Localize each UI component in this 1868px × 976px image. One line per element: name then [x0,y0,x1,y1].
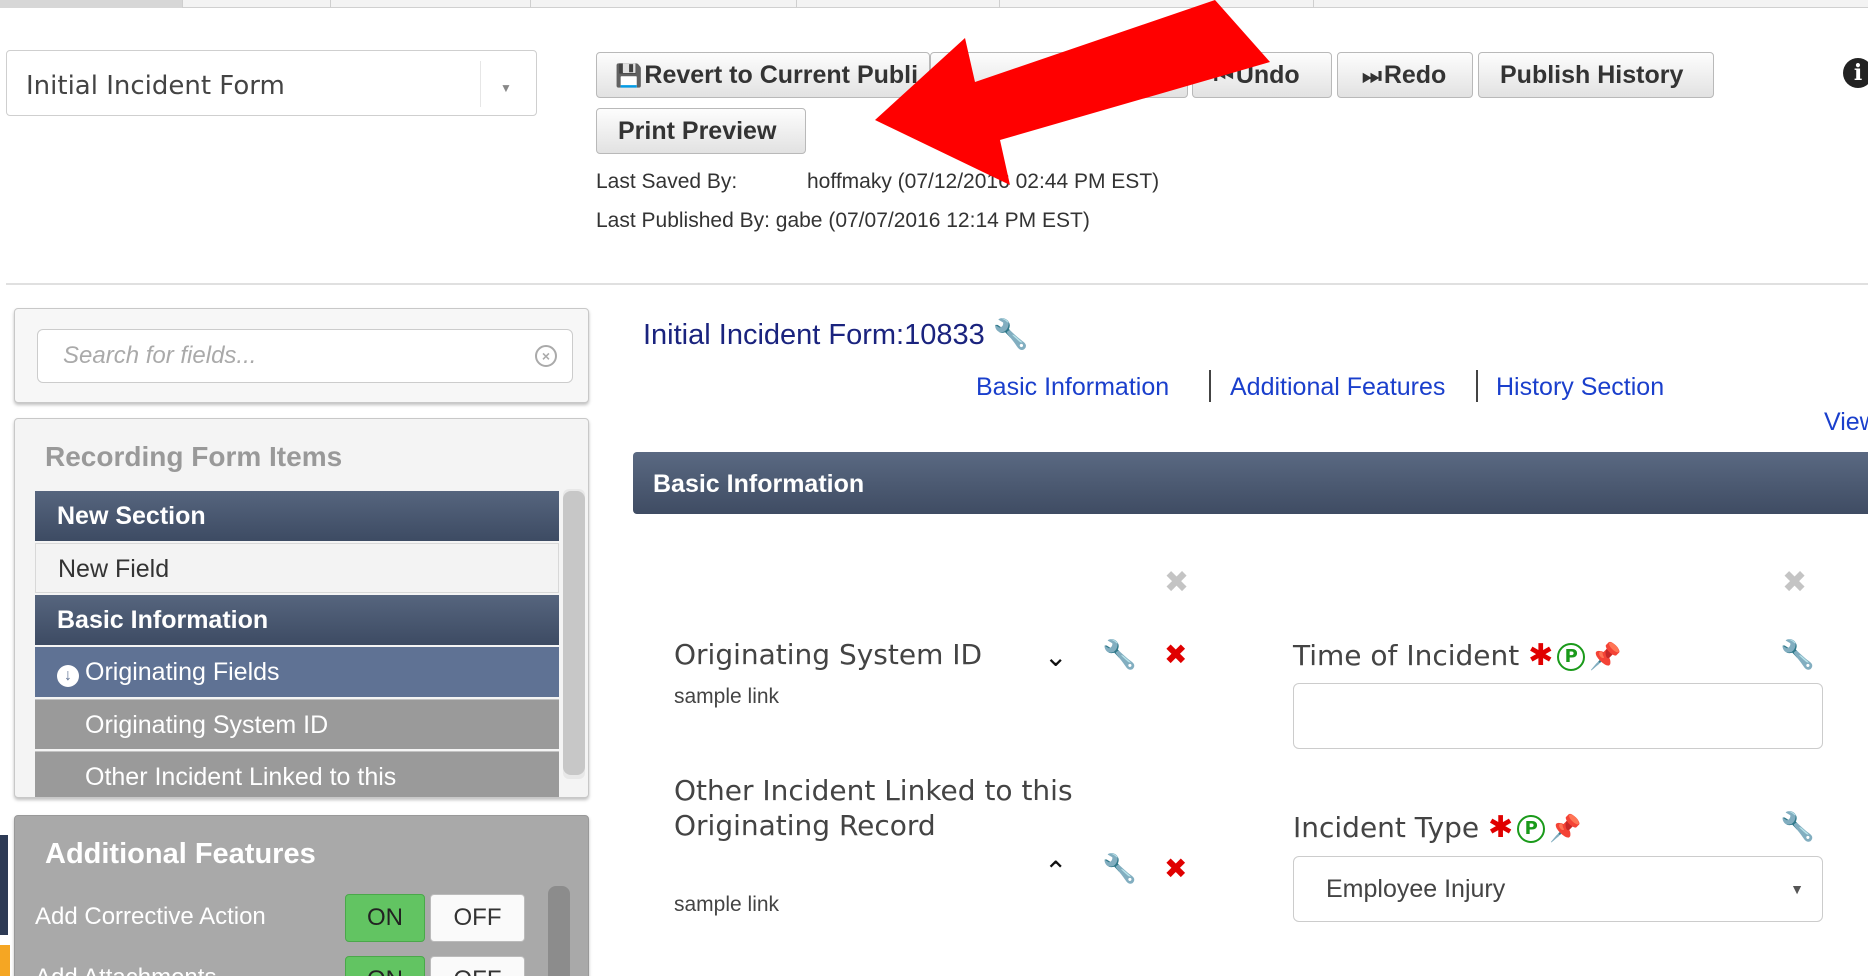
close-column-icon[interactable]: ✖ [1164,565,1189,600]
recording-form-items-panel: Recording Form Items New Section New Fie… [14,418,589,798]
close-column-icon[interactable]: ✖ [1782,565,1807,600]
list-item-section[interactable]: Basic Information [35,595,559,645]
field-search-panel: Search for fields... × [14,308,589,403]
redo-button-label: Redo [1383,61,1447,89]
tab[interactable] [331,0,531,8]
form-title: Initial Incident Form:10833 🔧 [643,318,1029,352]
wrench-icon[interactable]: 🔧 [1780,638,1815,671]
pin-icon[interactable]: 📌 [1549,814,1581,844]
list-item-field[interactable]: New Field [35,543,559,593]
p-circle-icon[interactable]: P [1517,815,1546,843]
field-label-text: Incident Type [1293,811,1480,844]
arrow-down-circle-icon: ↓ [57,665,79,687]
toggle-on-button[interactable]: ON [345,956,425,976]
nav-link-history-section[interactable]: History Section [1496,373,1664,402]
tab[interactable] [183,0,331,8]
partial-logo-icon [0,835,10,976]
required-asterisk-icon: ✱ [1488,810,1514,845]
scrollbar-thumb[interactable] [548,886,570,976]
nav-separator [1476,370,1478,402]
wrench-icon[interactable]: 🔧 [1102,852,1137,885]
wrench-icon[interactable]: 🔧 [993,319,1029,351]
save-disk-icon: 💾 [615,63,643,88]
field-label: Originating System ID [674,638,983,671]
last-saved-label: Last Saved By: [596,170,738,193]
sample-link[interactable]: sample link [674,685,779,709]
publish-history-button[interactable]: Publish History [1478,52,1714,98]
field-label-time-of-incident: Time of Incident ✱ P 📌 [1293,638,1622,673]
panel-title: Additional Features [45,838,316,870]
incident-type-value: Employee Injury [1326,875,1506,903]
print-preview-button[interactable]: Print Preview [596,108,806,154]
incident-type-select[interactable]: Employee Injury ▼ [1293,856,1823,922]
move-up-icon[interactable]: ⌃ [1044,855,1067,888]
feature-label: Add Attachments [35,964,216,976]
search-input[interactable]: Search for fields... [37,329,573,383]
header-divider [6,283,1868,285]
pin-icon[interactable]: 📌 [1589,642,1621,672]
tab-active[interactable] [0,0,183,8]
list-item-section[interactable]: New Section [35,491,559,541]
list-item-subfield[interactable]: Originating System ID [35,699,559,749]
list-item-label: Originating Fields [85,658,280,686]
additional-features-panel: Additional Features Add Corrective Actio… [14,815,589,976]
section-title: Basic Information [653,470,865,498]
field-label: Other Incident Linked to this [674,774,1073,807]
nav-link-basic-information[interactable]: Basic Information [976,373,1169,402]
wrench-icon[interactable]: 🔧 [1780,810,1815,843]
tab[interactable] [531,0,797,8]
field-label-text: Time of Incident [1293,639,1520,672]
required-asterisk-icon: ✱ [1528,638,1554,673]
wrench-icon[interactable]: 🔧 [1102,638,1137,671]
info-icon[interactable]: i [1843,58,1868,88]
form-title-text: Initial Incident Form:10833 [643,319,985,351]
toggle-off-button[interactable]: OFF [430,894,525,942]
sample-link[interactable]: sample link [674,893,779,917]
list-item-group[interactable]: ↓ Originating Fields [35,647,559,697]
field-label: Originating Record [674,809,936,842]
form-select[interactable]: Initial Incident Form ▼ [6,50,537,116]
skip-forward-icon: ⏭ [1362,63,1382,88]
clear-icon[interactable]: × [535,345,557,367]
red-arrow-annotation [875,0,1270,185]
select-divider [480,61,481,107]
chevron-down-icon[interactable]: ▼ [1790,857,1804,921]
view-link[interactable]: View [1824,408,1868,437]
chevron-down-icon[interactable]: ▼ [500,81,512,95]
publish-history-label: Publish History [1500,61,1684,89]
list-item-subfield[interactable]: Other Incident Linked to this [35,751,559,797]
feature-label: Add Corrective Action [35,903,266,930]
nav-separator [1209,370,1211,402]
redo-button[interactable]: ⏭Redo [1337,52,1473,98]
panel-title: Recording Form Items [45,441,343,472]
toggle-on-button[interactable]: ON [345,894,425,942]
last-published: Last Published By: gabe (07/07/2016 12:1… [596,209,1090,232]
time-of-incident-input[interactable] [1293,683,1823,749]
nav-link-additional-features[interactable]: Additional Features [1230,373,1445,402]
field-label-incident-type: Incident Type ✱ P 📌 [1293,810,1582,845]
p-circle-icon[interactable]: P [1557,643,1586,671]
delete-icon[interactable]: ✖ [1164,852,1187,885]
move-down-icon[interactable]: ⌄ [1044,640,1067,673]
print-preview-label: Print Preview [618,117,777,145]
toggle-off-button[interactable]: OFF [430,956,525,976]
section-header-bar[interactable]: Basic Information [633,452,1868,514]
delete-icon[interactable]: ✖ [1164,638,1187,671]
scrollbar-thumb[interactable] [563,491,585,775]
form-select-value: Initial Incident Form [26,71,285,101]
